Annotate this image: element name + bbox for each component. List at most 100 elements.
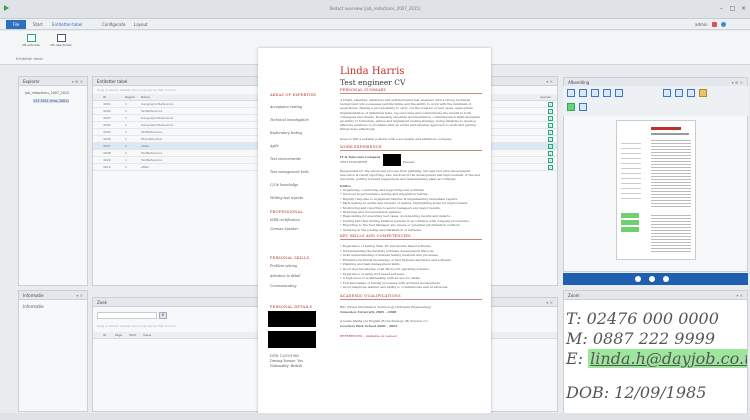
cell-id: 4002: [103, 109, 111, 113]
col-id[interactable]: ID: [103, 94, 106, 101]
alert-icon[interactable]: [712, 22, 717, 27]
maximize-icon[interactable]: □: [729, 5, 736, 12]
select-icon[interactable]: [615, 89, 623, 97]
applies-checkbox[interactable]: ✓: [548, 137, 553, 142]
duties-text: Involved in performance testing and inte…: [342, 192, 429, 197]
applies-checkbox[interactable]: ✓: [548, 102, 553, 107]
cv-document: Linda Harris Test engineer CV PERSONAL S…: [258, 48, 491, 415]
window-title: Redact overview [job_redactions_2007_201…: [329, 6, 421, 11]
highlight-icon[interactable]: [663, 89, 671, 97]
activate-icon: [26, 34, 36, 42]
search-input[interactable]: [97, 312, 157, 319]
grid-icon[interactable]: [675, 89, 683, 97]
panel-controls-icon[interactable]: ▾ ⊞ ×: [72, 77, 83, 86]
search-group-hint: Drag a column header here to group by th…: [97, 324, 176, 328]
file-menu-button[interactable]: File: [6, 20, 26, 29]
cell-name: GeographicReference: [141, 102, 174, 106]
cell-region: 1: [125, 144, 127, 148]
cell-name: PhoneNumber: [141, 137, 163, 141]
prev-page-icon[interactable]: [635, 276, 641, 282]
search-col-page[interactable]: Page: [115, 332, 122, 339]
app-icon: [4, 5, 9, 11]
summary-text: A bright, talented, ambitious and self-m…: [340, 98, 481, 132]
page-indicator-icon[interactable]: [649, 276, 655, 282]
col-region[interactable]: Region: [125, 94, 135, 101]
panel-controls-icon[interactable]: ▾ ×: [546, 77, 553, 86]
areas-item: Writing test reports: [270, 192, 332, 205]
areas-text: C/C# knowledge: [270, 183, 299, 187]
cell-id: 4007: [103, 144, 111, 148]
applies-checkbox[interactable]: ✓: [548, 158, 553, 163]
zoom-in-icon[interactable]: [567, 89, 575, 97]
search-icon[interactable]: ⌕: [159, 312, 167, 319]
cell-name: TextReference: [141, 158, 163, 162]
panel-controls-icon[interactable]: ▾ ×: [76, 291, 83, 300]
applies-checkbox[interactable]: ✓: [548, 116, 553, 121]
personal-skill-1: Problem solving: [270, 264, 297, 268]
zoom-email-link[interactable]: linda.h@dayjob.co.uk: [588, 349, 747, 368]
personal-skills-heading: PERSONAL SKILLS: [270, 256, 310, 260]
redaction-box: [268, 311, 316, 327]
zoom-mobile: M: 0887 222 9999: [566, 329, 716, 348]
qual-1-school: Nuneaton University 2005 – 2008: [340, 310, 397, 314]
work-role: TEST ENGINEER: [340, 160, 367, 164]
help-icon[interactable]: [721, 22, 726, 27]
minimize-icon[interactable]: –: [718, 5, 725, 12]
kskills-text: Good user knowledge of all Microsoft ope…: [342, 266, 430, 271]
areas-text: Test environments: [270, 157, 301, 161]
areas-item: Test management tools: [270, 166, 332, 179]
export-icon[interactable]: [699, 89, 707, 97]
image-icon[interactable]: [687, 89, 695, 97]
menu-layout[interactable]: Layout: [134, 21, 148, 28]
cv-dob: DOB: 12/09/1985: [270, 354, 299, 358]
search-col-start[interactable]: Start: [129, 332, 136, 339]
user-label[interactable]: admin: [695, 21, 708, 28]
fit-icon[interactable]: [591, 89, 599, 97]
areas-text: Acceptance testing: [270, 105, 302, 109]
thumb-line: [651, 133, 689, 135]
col-applies[interactable]: Applies: [540, 94, 551, 101]
page-icon[interactable]: [579, 103, 587, 111]
applies-checkbox[interactable]: ✓: [548, 109, 553, 114]
next-page-icon[interactable]: [663, 276, 669, 282]
redact-icon[interactable]: [567, 103, 575, 111]
zoom-title: Zoom: [564, 291, 747, 300]
cell-name: GeographicReference: [141, 116, 174, 120]
areas-item: C/C# knowledge: [270, 179, 332, 192]
menu-entitetter[interactable]: Entitetter-tabel: [52, 21, 82, 28]
thumb-title: [651, 127, 681, 130]
menu-start[interactable]: Start: [33, 21, 43, 28]
cell-region: 1: [125, 116, 127, 120]
panel-controls-icon[interactable]: ▾ ×: [546, 298, 553, 307]
panel-controls-icon[interactable]: ▾ ×: [736, 291, 743, 300]
search-icon[interactable]: [603, 89, 611, 97]
tree-item-selected[interactable]: 123 3051 (fras_1001): [33, 99, 69, 103]
title-bar: Redact overview [job_redactions_2007_201…: [0, 0, 750, 19]
menu-configurate[interactable]: Configurate: [102, 21, 126, 28]
info-panel: Informatie ▾ × Informatie: [18, 290, 88, 412]
duties-text: Assisting in the loading and installatio…: [342, 227, 423, 232]
applies-checkbox[interactable]: ✓: [548, 165, 553, 170]
applies-checkbox[interactable]: ✓: [548, 151, 553, 156]
areas-item: Technical investigation: [270, 114, 332, 127]
col-name[interactable]: Name: [141, 94, 150, 101]
cell-name: eMail: [141, 165, 149, 169]
work-description: Responsible for the whole test process f…: [340, 169, 481, 182]
applies-checkbox[interactable]: ✓: [548, 130, 553, 135]
zoom-out-icon[interactable]: [579, 89, 587, 97]
tree-item[interactable]: job_redactions_2007_2015: [19, 89, 87, 97]
references: REFERENCES – Available on request: [340, 334, 397, 338]
search-col-value[interactable]: Value: [143, 332, 151, 339]
skills-heading: KEY SKILLS AND COMPETENCIES: [340, 234, 411, 238]
activate-button[interactable]: Mk-activate: [20, 34, 42, 47]
page-thumbnail[interactable]: [616, 120, 696, 260]
redaction-box: [268, 331, 316, 348]
kskills-item: • Good telephone manner and ability to c…: [340, 285, 482, 290]
search-col-id[interactable]: ID: [103, 332, 106, 339]
applies-checkbox[interactable]: ✓: [548, 123, 553, 128]
deactivate-button[interactable]: Mk-deactivate: [50, 34, 72, 47]
applies-checkbox[interactable]: ✓: [548, 144, 553, 149]
duties-text: Drawings and documentation updates.: [342, 210, 402, 215]
zoom-dob: DOB: 12/09/1985: [566, 383, 707, 402]
close-icon[interactable]: ×: [740, 5, 747, 12]
